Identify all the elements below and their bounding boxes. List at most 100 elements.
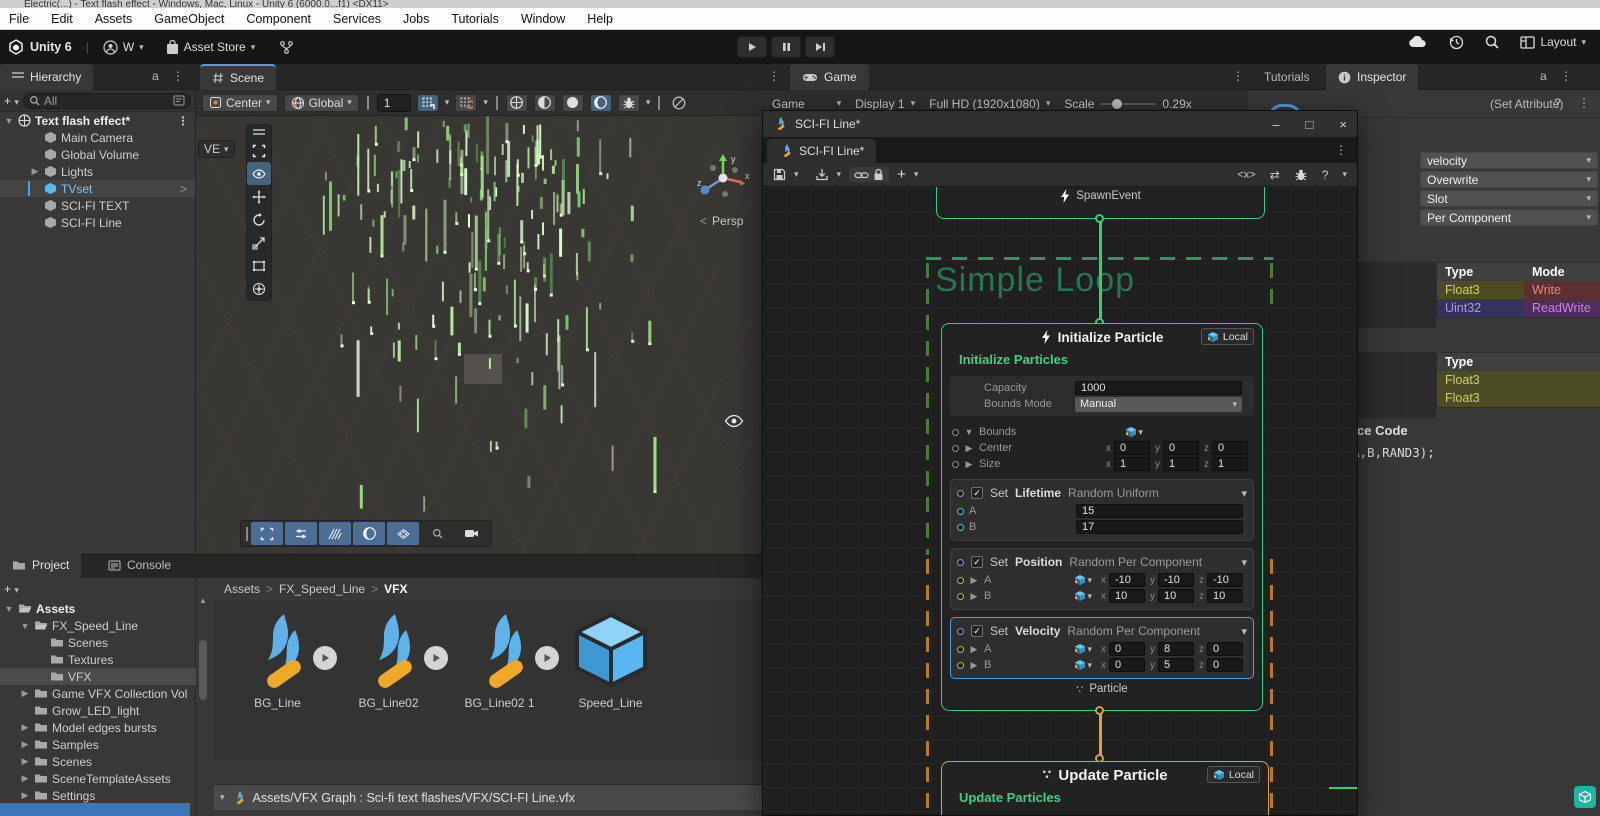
y-field[interactable]: 5 [1158,658,1194,672]
hierarchy-item-global-volume[interactable]: Global Volume [0,146,195,163]
project-folder-fx-speed-line[interactable]: ▼ FX_Speed_Line [0,617,196,634]
import-icon[interactable] [815,168,829,181]
display-dropdown[interactable]: Display 1 ▾ [855,97,915,111]
project-folder-vfx[interactable]: VFX [0,668,196,685]
initialize-particle-node[interactable]: Initialize Particle Local Initialize Par… [941,323,1263,711]
space-icon[interactable]: ▾ [1125,426,1143,438]
x-field[interactable]: 0 [1114,441,1150,455]
wireframe-overlay-button[interactable] [319,522,351,545]
debug-toggle-icon[interactable] [617,93,640,112]
menu-window[interactable]: Window [521,12,565,26]
scale-slider[interactable]: Scale 0.29x [1064,97,1191,111]
y-field[interactable]: 10 [1158,589,1194,603]
b-field[interactable]: 17 [1076,520,1243,534]
orientation-dropdown[interactable]: Global ▾ [283,93,359,112]
z-field[interactable]: 10 [1207,589,1243,603]
kebab-icon[interactable]: ⋮ [1578,96,1590,110]
lock-icon[interactable]: a [152,69,159,83]
port[interactable] [957,645,964,653]
project-folder-samples[interactable]: ▶ Samples [0,736,196,753]
block-set-position[interactable]: ✓ Set Position Random Per Component ▾ ▶ … [950,548,1254,610]
inspector-dropdown-velocity[interactable]: velocity ▾ [1420,152,1598,169]
scene-canvas[interactable]: VE ▾ yx z < Persp [196,116,762,554]
block-enabled-checkbox[interactable]: ✓ [971,556,983,568]
menu-services[interactable]: Services [333,12,381,26]
orientation-gizmo[interactable]: yx z [695,148,751,212]
view-tool-button[interactable] [247,139,271,162]
menu-jobs[interactable]: Jobs [403,12,429,26]
drag-handle[interactable] [246,526,248,541]
move-tool-button[interactable] [247,185,271,208]
add-object-button[interactable]: + ▾ [4,94,19,108]
project-folder-scenes[interactable]: Scenes [0,634,196,651]
z-field[interactable]: 0 [1207,642,1243,656]
asset-bg-line02[interactable]: BG_Line02 [333,610,448,760]
menu-edit[interactable]: Edit [51,12,73,26]
account-menu[interactable]: W ▾ [103,39,144,55]
space-icon[interactable]: ▾ [1074,590,1092,602]
tab-scene[interactable]: Scene [200,64,277,90]
x-field[interactable]: 0 [1109,642,1145,656]
tab-inspector[interactable]: Inspector [1326,64,1419,90]
y-field[interactable]: -10 [1158,573,1194,587]
step-button[interactable] [805,36,835,58]
space-icon[interactable]: ▾ [1074,643,1092,655]
add-node-button[interactable]: + [897,166,906,183]
inspector-dropdown-per-component[interactable]: Per Component ▾ [1420,209,1598,226]
breadcrumb-assets[interactable]: Assets [224,582,260,596]
particles-overlay-button[interactable] [387,522,419,545]
history-icon[interactable] [1448,34,1464,50]
menu-tutorials[interactable]: Tutorials [451,12,498,26]
import-dropdown[interactable]: ▾ [837,169,842,180]
block-set-velocity[interactable]: ✓ Set Velocity Random Per Component ▾ ▶ … [950,617,1254,679]
hierarchy-search[interactable]: All [22,92,191,109]
help-icon[interactable]: ? [1322,168,1329,182]
vfx-tab[interactable]: SCI-FI Line* [767,139,877,163]
tab-game[interactable]: Game [790,64,869,90]
tab-project[interactable]: Project [0,552,82,578]
persp-label[interactable]: < Persp [700,214,743,228]
port[interactable] [957,661,964,669]
project-folder-assets[interactable]: ▼ Assets [0,600,196,617]
local-badge[interactable]: Local [1200,328,1254,345]
port[interactable] [957,592,964,600]
snap-increment-icon[interactable] [455,93,478,112]
port[interactable] [957,558,964,566]
hierarchy-item-lights[interactable]: ▶ Lights [0,163,195,180]
kebab-icon[interactable]: ⋮ [1232,69,1244,83]
space-icon[interactable]: ▾ [1074,574,1092,586]
port[interactable] [957,489,964,497]
code-icon[interactable]: <x> [1237,169,1255,181]
hierarchy-item-sci-fi-text[interactable]: SCI-FI TEXT [0,197,195,214]
eye-overlay-icon[interactable] [724,414,744,428]
camera-disabled-icon[interactable] [668,94,690,112]
z-field[interactable]: -10 [1207,573,1243,587]
effects-toggle-icon[interactable] [589,93,612,112]
debug-icon[interactable] [1294,168,1308,182]
grid-snap-icon[interactable] [416,93,439,112]
save-icon[interactable] [773,168,786,181]
shading-overlay-button[interactable] [353,522,385,545]
x-field[interactable]: 0 [1109,658,1145,672]
tab-hierarchy[interactable]: Hierarchy [0,64,94,90]
capacity-field[interactable]: 1000 [1075,381,1242,395]
x-field[interactable]: 10 [1109,589,1145,603]
z-field[interactable]: 0 [1207,658,1243,672]
add-asset-button[interactable]: + ▾ [4,582,19,596]
z-field[interactable]: 1 [1212,457,1248,471]
vfx-window-titlebar[interactable]: SCI-FI Line* – □ × [763,111,1357,137]
menu-file[interactable]: File [9,12,29,26]
kebab-icon[interactable]: ⋮ [768,69,780,83]
drag-handle[interactable] [253,133,265,135]
bounds-mode-dropdown[interactable]: Manual ▾ [1075,396,1242,412]
asset-speed-line[interactable]: Speed_Line [555,610,666,760]
port[interactable] [957,576,964,584]
cloud-icon[interactable] [1408,35,1428,49]
port[interactable] [957,627,964,635]
resolution-dropdown[interactable]: Full HD (1920x1080) ▾ [929,97,1050,111]
tab-tutorials[interactable]: Tutorials [1252,64,1322,90]
output-port[interactable] [1095,214,1104,223]
hierarchy-item-sci-fi-line[interactable]: SCI-FI Line [0,214,195,231]
breadcrumb-current[interactable]: VFX [384,582,407,596]
asset-bg-line[interactable]: BG_Line [222,610,337,760]
